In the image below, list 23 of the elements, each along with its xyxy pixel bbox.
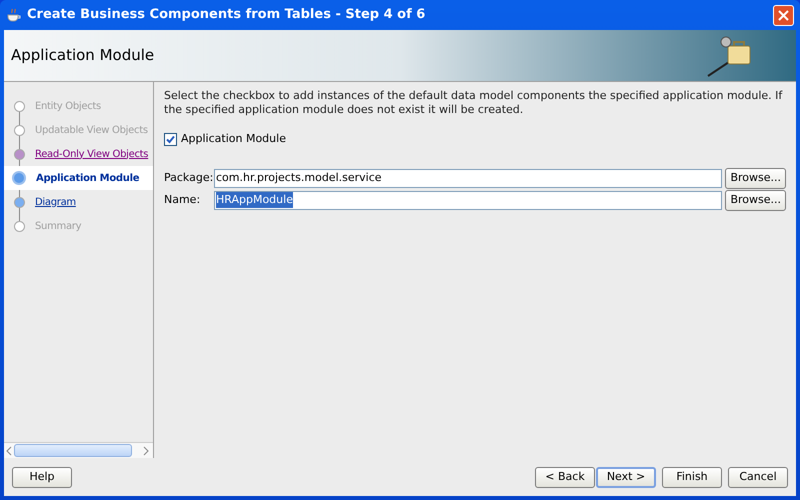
coffee-cup-icon xyxy=(6,7,22,23)
checkbox[interactable] xyxy=(164,132,177,146)
dialog-button[interactable]: Finish xyxy=(662,466,722,488)
text-field[interactable]: com.hr.projects.model.service xyxy=(214,168,722,188)
dialog-button[interactable]: Next > xyxy=(596,466,656,488)
browse-button[interactable]: Browse... xyxy=(725,190,786,210)
field-label: Name: xyxy=(164,192,202,208)
field-label: Package: xyxy=(164,170,211,186)
step-item[interactable]: Diagram xyxy=(4,190,153,214)
window-title: Create Business Components from Tables - Step 4 of 6 xyxy=(27,6,426,24)
browse-button[interactable]: Browse... xyxy=(725,168,786,188)
close-button[interactable] xyxy=(773,4,794,26)
close-icon xyxy=(778,10,789,20)
checkbox-label: Application Module xyxy=(181,131,286,147)
step-item[interactable]: Read-Only View Objects xyxy=(4,142,153,166)
dialog-button[interactable]: < Back xyxy=(535,466,595,488)
step-item[interactable]: Application Module xyxy=(4,166,153,190)
text-field[interactable]: HRAppModule xyxy=(214,190,722,210)
page-title: Application Module xyxy=(11,45,154,66)
instructions-text: Select the checkbox to add instances of the default data model components the specified application module. If the specified application module does not exist it will be created. xyxy=(164,89,784,117)
dialog-button[interactable]: Cancel xyxy=(728,466,788,488)
scrollbar-thumb[interactable] xyxy=(14,444,132,457)
dialog-button[interactable]: Help xyxy=(12,466,72,488)
